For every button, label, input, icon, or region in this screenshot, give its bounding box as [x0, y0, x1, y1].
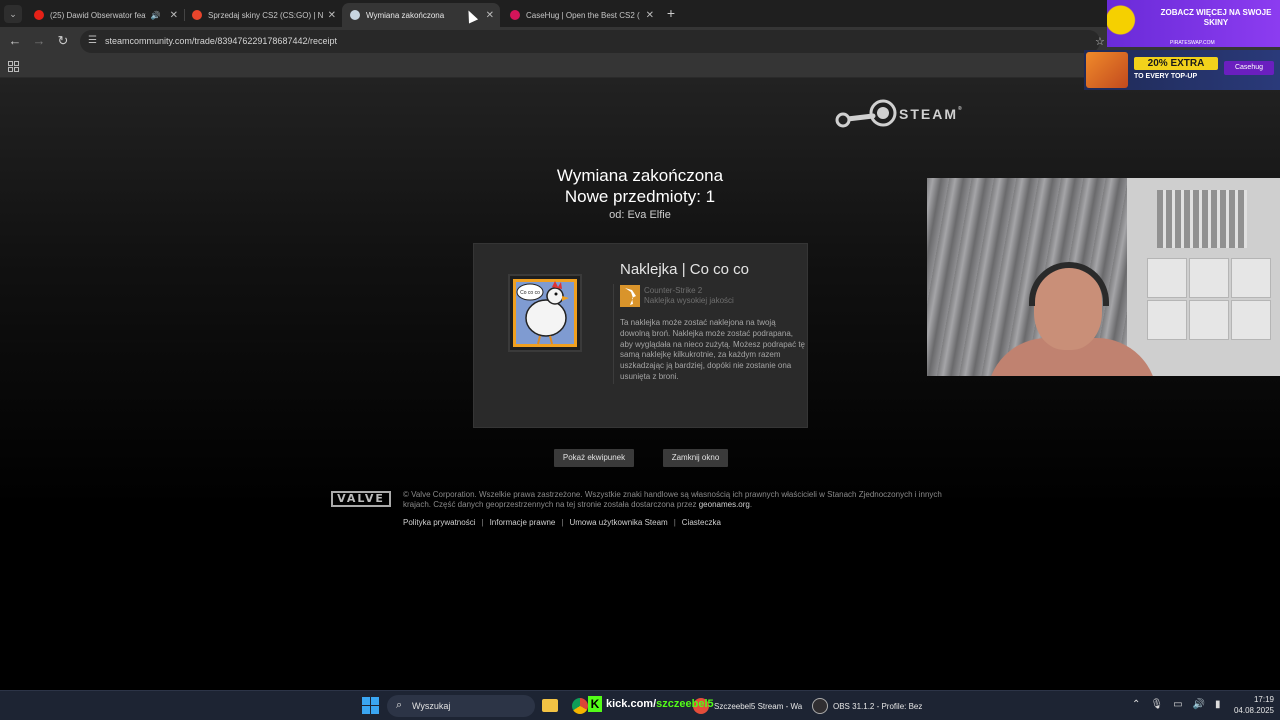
- item-description: Ta naklejka może zostać naklejona na two…: [620, 318, 805, 381]
- network-icon[interactable]: ▭: [1173, 699, 1182, 710]
- site-info-icon[interactable]: ☰: [88, 35, 97, 46]
- webcam-poster: [1157, 190, 1247, 248]
- chevron-up-icon[interactable]: ⌃: [1132, 699, 1140, 710]
- item-type: Naklejka wysokiej jakości: [644, 296, 734, 305]
- close-icon[interactable]: ✕: [486, 10, 494, 21]
- streamer-webcam-overlay: [927, 178, 1280, 376]
- ad-coin-graphic: [1107, 0, 1152, 40]
- search-placeholder: Wyszukaj: [412, 701, 451, 711]
- windows-start-icon[interactable]: [362, 697, 379, 714]
- tab-title: Sprzedaj skiny CS2 (CS:GO) | N: [208, 10, 324, 20]
- url-text[interactable]: steamcommunity.com/trade/839476229178687…: [105, 36, 337, 46]
- tab-casehug[interactable]: CaseHug | Open the Best CS2 ( ✕: [502, 3, 660, 27]
- reload-icon[interactable]: ↻: [55, 33, 71, 49]
- obs-taskbar-button[interactable]: OBS 31.1.2 - Profile: Bez: [812, 695, 922, 717]
- receipt-title: Wymiana zakończona: [556, 166, 724, 185]
- file-explorer-icon[interactable]: [542, 699, 558, 712]
- casehug-ad-brand: Casehug: [1224, 61, 1274, 75]
- volume-icon[interactable]: 🔊: [1193, 699, 1205, 710]
- forward-arrow-icon[interactable]: →: [31, 33, 47, 49]
- privacy-policy-link[interactable]: Polityka prywatności: [403, 518, 475, 527]
- youtube-icon: [34, 10, 44, 20]
- taskbar-search-input[interactable]: ⌕ Wyszukaj: [387, 695, 535, 717]
- ad-case-graphic: [1086, 52, 1128, 88]
- kick-url: kick.com/: [606, 698, 657, 710]
- steam-logo[interactable]: STEAM®: [835, 98, 964, 130]
- steam-favicon-icon: [350, 10, 360, 20]
- clock-time: 17:19: [1253, 695, 1274, 704]
- obs-icon: [812, 698, 828, 714]
- steam-wordmark: STEAM®: [899, 106, 964, 122]
- tab-search-button[interactable]: ⌄: [4, 5, 22, 23]
- tab-youtube[interactable]: (25) Dawid Obserwator feat 🔊 ✕: [26, 3, 184, 27]
- search-icon: ⌕: [396, 699, 403, 711]
- tab-strip: ⌄ (25) Dawid Obserwator feat 🔊 ✕ Sprzeda…: [0, 0, 1280, 27]
- received-item-card: Co co co Naklejka | Co co co Counter-Str…: [473, 243, 808, 428]
- kick-logo-icon: K: [588, 696, 602, 712]
- casehug-ad-text: TO EVERY TOP-UP: [1134, 73, 1198, 80]
- show-inventory-button[interactable]: Pokaż ekwipunek: [554, 449, 634, 467]
- clock-date: 04.08.2025: [1233, 706, 1274, 715]
- legal-info-link[interactable]: Informacje prawne: [490, 518, 556, 527]
- item-game-name: Counter-Strike 2: [644, 286, 703, 295]
- footer-links: Polityka prywatności | Informacje prawne…: [403, 518, 721, 527]
- receipt-new-items: Nowe przedmioty: 1: [564, 187, 716, 206]
- taskbar-app-label: Szczeebel5 Stream - Wa: [714, 701, 803, 711]
- cs2-game-icon: [620, 285, 640, 307]
- item-name[interactable]: Naklejka | Co co co: [620, 261, 749, 278]
- steam-receipt-page: STEAM® Wymiana zakończona Nowe przedmiot…: [0, 78, 1280, 690]
- apps-grid-icon[interactable]: [8, 61, 19, 72]
- sticker-speech-text: Co co co: [520, 290, 540, 296]
- pirateswap-ad-text: ZOBACZ WIĘCEJ NA SWOJE SKINY: [1160, 8, 1272, 27]
- new-tab-button[interactable]: +: [664, 5, 678, 21]
- bookmark-star-icon[interactable]: ☆: [1095, 35, 1105, 48]
- tab-sell-skins[interactable]: Sprzedaj skiny CS2 (CS:GO) | N ✕: [184, 3, 342, 27]
- back-arrow-icon[interactable]: ←: [7, 33, 23, 49]
- address-bar[interactable]: ☰ steamcommunity.com/trade/8394762291786…: [80, 30, 1100, 53]
- item-divider: [613, 284, 614, 384]
- close-window-button[interactable]: Zamknij okno: [663, 449, 728, 467]
- taskbar-app-label: OBS 31.1.2 - Profile: Bez: [833, 701, 923, 711]
- tab-title: (25) Dawid Obserwator feat: [50, 10, 146, 20]
- steam-logo-icon: [835, 98, 897, 130]
- close-icon[interactable]: ✕: [328, 10, 336, 21]
- valve-logo[interactable]: VALVE: [331, 491, 391, 507]
- legal-text: © Valve Corporation. Wszelkie prawa zast…: [403, 490, 942, 509]
- close-icon[interactable]: ✕: [646, 10, 654, 21]
- trade-partner: od: Eva Elfie: [609, 209, 671, 221]
- close-icon[interactable]: ✕: [170, 10, 178, 21]
- cookies-link[interactable]: Ciasteczka: [682, 518, 721, 527]
- kick-username: szczeebel5: [656, 698, 714, 710]
- microphone-icon[interactable]: 🎙: [1150, 699, 1163, 710]
- battery-icon[interactable]: ▮: [1215, 699, 1221, 710]
- sticker-image[interactable]: Co co co: [508, 274, 582, 352]
- subscriber-agreement-link[interactable]: Umowa użytkownika Steam: [569, 518, 667, 527]
- speaker-icon[interactable]: 🔊: [151, 11, 161, 20]
- site-favicon-icon: [192, 10, 202, 20]
- pirateswap-ad-url: PIRATESWAP.COM: [1170, 40, 1215, 46]
- chrome-icon: [572, 698, 588, 714]
- casehug-ad-badge: 20% EXTRA: [1134, 57, 1218, 70]
- tab-title: CaseHug | Open the Best CS2 (: [526, 10, 640, 20]
- system-tray: ⌃ 🎙 ▭ 🔊 ▮: [1132, 699, 1221, 710]
- casehug-favicon-icon: [510, 10, 520, 20]
- taskbar-clock[interactable]: 17:19 04.08.2025: [1228, 694, 1274, 716]
- geonames-link[interactable]: geonames.org: [699, 500, 750, 509]
- kick-channel-overlay: K kick.com/szczeebel5: [588, 696, 714, 712]
